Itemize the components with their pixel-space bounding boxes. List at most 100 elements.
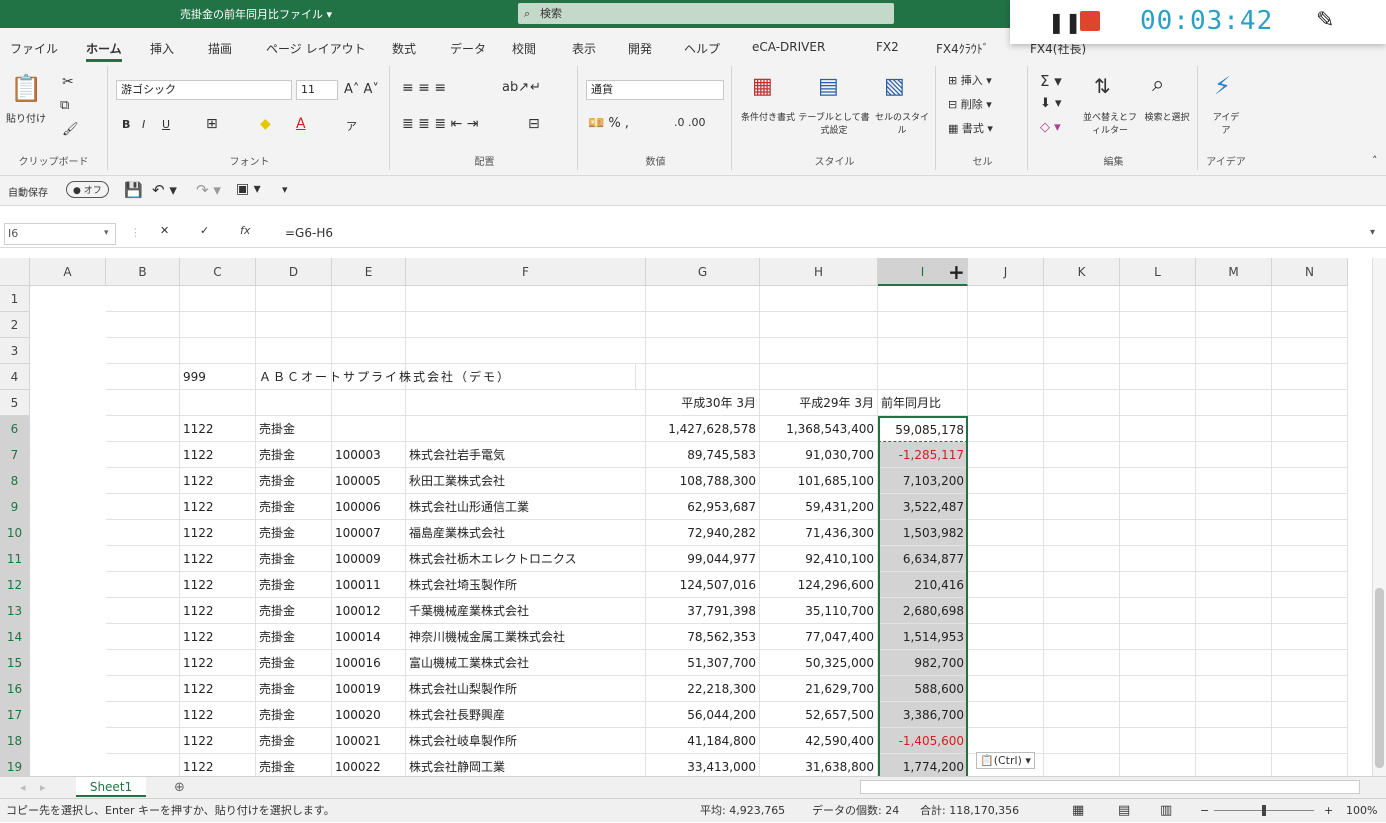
cell[interactable]: 99,044,977	[646, 546, 760, 572]
cell[interactable]: 92,410,100	[760, 546, 878, 572]
cell[interactable]	[1272, 624, 1348, 650]
cell[interactable]	[1272, 520, 1348, 546]
row-header[interactable]: 4	[0, 364, 30, 390]
cell[interactable]	[332, 312, 406, 338]
cell[interactable]	[1044, 416, 1120, 442]
cell[interactable]	[968, 416, 1044, 442]
cell[interactable]: 株式会社栃木エレクトロニクス	[406, 546, 646, 572]
cell[interactable]	[760, 312, 878, 338]
column-header[interactable]: K	[1044, 258, 1120, 286]
cell[interactable]	[1196, 494, 1272, 520]
copy-icon[interactable]: ⧉	[60, 98, 69, 113]
row-header[interactable]: 14	[0, 624, 30, 650]
cell[interactable]: 35,110,700	[760, 598, 878, 624]
cell[interactable]	[1272, 442, 1348, 468]
cell[interactable]: 株式会社長野興産	[406, 702, 646, 728]
cell[interactable]: 100003	[332, 442, 406, 468]
cell[interactable]: 124,507,016	[646, 572, 760, 598]
sort-filter-button[interactable]: 並べ替えとフィルター	[1082, 110, 1138, 136]
cell[interactable]	[1120, 338, 1196, 364]
cell[interactable]	[968, 468, 1044, 494]
cell[interactable]: 62,953,687	[646, 494, 760, 520]
cell[interactable]: 1,503,982	[878, 520, 968, 546]
conditional-format-button[interactable]: 条件付き書式	[738, 110, 798, 123]
cell[interactable]	[878, 286, 968, 312]
column-header[interactable]: G	[646, 258, 760, 286]
sort-filter-icon[interactable]: ⇅	[1094, 74, 1111, 98]
cell[interactable]: 1,427,628,578	[646, 416, 760, 442]
cell-style-icon[interactable]: ▧	[884, 74, 914, 102]
cell[interactable]	[1196, 442, 1272, 468]
cell[interactable]: 108,788,300	[646, 468, 760, 494]
cell[interactable]	[1272, 468, 1348, 494]
format-painter-icon[interactable]: 🖌	[62, 122, 79, 137]
redo-icon[interactable]: ↷ ▾	[196, 181, 221, 199]
format-cells-button[interactable]: ▦ 書式 ▾	[948, 120, 993, 136]
cell[interactable]: 56,044,200	[646, 702, 760, 728]
cell[interactable]	[106, 442, 180, 468]
collapse-ribbon-icon[interactable]: ˄	[1372, 154, 1378, 167]
cell[interactable]	[1120, 754, 1196, 776]
cell[interactable]: 秋田工業株式会社	[406, 468, 646, 494]
formula-input[interactable]: =G6-H6	[285, 226, 333, 240]
cell[interactable]	[1044, 312, 1120, 338]
cell[interactable]: 平成29年 3月	[760, 390, 878, 416]
cell[interactable]	[1120, 364, 1196, 390]
clear-icon[interactable]: ◇ ▾	[1040, 120, 1061, 135]
cell[interactable]: 富山機械工業株式会社	[406, 650, 646, 676]
cell[interactable]: 売掛金	[256, 754, 332, 776]
cell[interactable]	[1120, 676, 1196, 702]
cell[interactable]	[256, 312, 332, 338]
cell[interactable]	[1196, 416, 1272, 442]
cell[interactable]	[106, 364, 180, 390]
column-header[interactable]: F	[406, 258, 646, 286]
cell[interactable]: 福島産業株式会社	[406, 520, 646, 546]
cell[interactable]: 100020	[332, 702, 406, 728]
align-top-icon[interactable]: ≡ ≡ ≡	[402, 80, 446, 96]
cell[interactable]	[878, 364, 968, 390]
fill-icon[interactable]: ⬇ ▾	[1040, 96, 1062, 111]
cell[interactable]	[1196, 520, 1272, 546]
scroll-thumb[interactable]	[1375, 588, 1384, 768]
cell[interactable]: 982,700	[878, 650, 968, 676]
column-header[interactable]: J	[968, 258, 1044, 286]
cell[interactable]	[1044, 676, 1120, 702]
conditional-format-icon[interactable]: ▦	[752, 74, 782, 102]
cell[interactable]: 売掛金	[256, 572, 332, 598]
table-format-icon[interactable]: ▤	[818, 74, 848, 102]
cell[interactable]	[1196, 676, 1272, 702]
next-sheet-icon[interactable]: ▸	[40, 781, 46, 794]
enter-icon[interactable]: ✓	[200, 224, 209, 237]
cell[interactable]	[180, 312, 256, 338]
cell[interactable]	[106, 624, 180, 650]
font-color-icon[interactable]: A	[296, 116, 306, 132]
cell[interactable]: ＡＢＣオートサプライ株式会社（デモ）	[256, 364, 636, 390]
cell[interactable]	[1196, 468, 1272, 494]
cell[interactable]	[1120, 494, 1196, 520]
cell[interactable]: 1,368,543,400	[760, 416, 878, 442]
cell[interactable]: 100005	[332, 468, 406, 494]
cell[interactable]: 1122	[180, 468, 256, 494]
cell[interactable]: 71,436,300	[760, 520, 878, 546]
cell[interactable]	[968, 442, 1044, 468]
cell[interactable]	[1044, 338, 1120, 364]
cell[interactable]: 100006	[332, 494, 406, 520]
cell[interactable]: 売掛金	[256, 494, 332, 520]
row-header[interactable]: 2	[0, 312, 30, 338]
column-header[interactable]: L	[1120, 258, 1196, 286]
column-header[interactable]: B	[106, 258, 180, 286]
cell[interactable]	[1272, 754, 1348, 776]
row-header[interactable]: 8	[0, 468, 30, 494]
cell[interactable]	[1196, 650, 1272, 676]
cell[interactable]: 100009	[332, 546, 406, 572]
cell-style-button[interactable]: セルのスタイル	[872, 110, 932, 136]
menu-tab[interactable]: 数式	[392, 40, 416, 57]
cell[interactable]	[106, 702, 180, 728]
cell[interactable]	[180, 390, 256, 416]
cell[interactable]	[332, 390, 406, 416]
cell[interactable]: 7,103,200	[878, 468, 968, 494]
pen-icon[interactable]: ✎	[1316, 8, 1334, 33]
row-header[interactable]: 7	[0, 442, 30, 468]
pause-icon[interactable]: ❚❚	[1048, 10, 1082, 34]
search-box[interactable]: ⌕ 検索	[518, 3, 894, 24]
